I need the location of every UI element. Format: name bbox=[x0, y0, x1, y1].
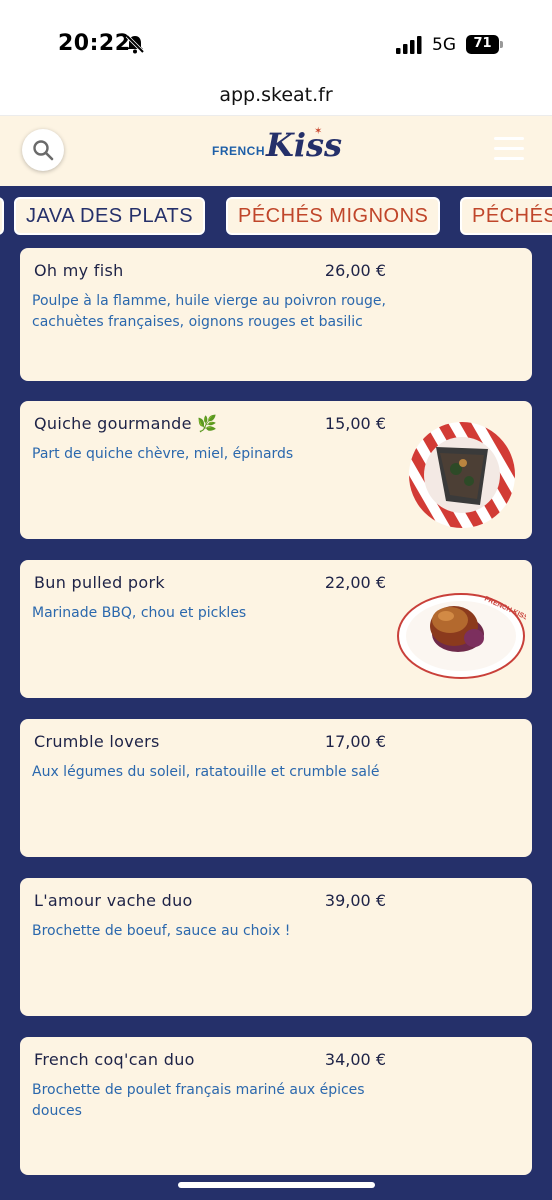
menu-content[interactable]: JAVA DES PLATS PÉCHÉS MIGNONS PÉCHÉS Oh … bbox=[0, 186, 552, 1200]
dish-name: Bun pulled pork bbox=[34, 573, 165, 592]
menu-hamburger-icon[interactable] bbox=[494, 137, 524, 161]
logo-word-french: FRENCH bbox=[212, 144, 265, 158]
category-tabs[interactable]: JAVA DES PLATS PÉCHÉS MIGNONS PÉCHÉS bbox=[0, 186, 552, 246]
dish-price: 39,00 € bbox=[324, 891, 386, 910]
dish-card[interactable]: L'amour vache duo 39,00 € Brochette de b… bbox=[20, 878, 532, 1016]
status-time: 20:22 bbox=[58, 31, 131, 56]
dish-name: Oh my fish bbox=[34, 261, 124, 280]
dish-price: 17,00 € bbox=[324, 732, 386, 751]
category-tab-java-des-plats[interactable]: JAVA DES PLATS bbox=[14, 197, 206, 235]
dish-price: 22,00 € bbox=[324, 573, 386, 592]
battery-level: 71 bbox=[473, 36, 492, 51]
quiche-photo[interactable] bbox=[406, 419, 518, 531]
browser-url-bar[interactable]: app.skeat.fr bbox=[0, 80, 552, 116]
signal-icon bbox=[396, 36, 422, 54]
dish-card[interactable]: Quiche gourmande 🌿 15,00 € Part de quich… bbox=[20, 401, 532, 539]
dish-price: 15,00 € bbox=[324, 414, 386, 433]
category-tab-partial[interactable] bbox=[0, 197, 4, 235]
dish-description: Marinade BBQ, chou et pickles bbox=[32, 605, 247, 621]
category-tab-peches-mignons[interactable]: PÉCHÉS MIGNONS bbox=[226, 197, 441, 235]
home-indicator[interactable] bbox=[178, 1182, 375, 1188]
dish-card[interactable]: Crumble lovers 17,00 € Aux légumes du so… bbox=[20, 719, 532, 857]
dish-name: Crumble lovers bbox=[34, 732, 160, 751]
dish-name: French coq'can duo bbox=[34, 1050, 195, 1069]
dish-card[interactable]: French coq'can duo 34,00 € Brochette de … bbox=[20, 1037, 532, 1175]
site-header: FRENCH Kiss ✶ bbox=[0, 116, 552, 186]
dish-description: Brochette de poulet français mariné aux … bbox=[32, 1082, 365, 1119]
dish-name: L'amour vache duo bbox=[34, 891, 193, 910]
url-text: app.skeat.fr bbox=[219, 84, 333, 106]
dish-description: Poulpe à la flamme, huile vierge au poiv… bbox=[32, 293, 386, 330]
dish-price: 26,00 € bbox=[324, 261, 386, 280]
dish-description: Brochette de boeuf, sauce au choix ! bbox=[32, 923, 291, 939]
network-type: 5G bbox=[432, 35, 456, 55]
dish-name: Quiche gourmande 🌿 bbox=[34, 414, 218, 433]
french-kiss-logo[interactable]: FRENCH Kiss ✶ bbox=[210, 124, 342, 176]
search-button[interactable] bbox=[22, 129, 64, 171]
logo-word-kiss: Kiss bbox=[266, 126, 342, 164]
dish-price: 34,00 € bbox=[324, 1050, 386, 1069]
burger-photo[interactable]: FRENCH KISS bbox=[396, 586, 526, 682]
sparkle-icon: ✶ bbox=[314, 126, 323, 137]
dish-card[interactable]: Oh my fish 26,00 € Poulpe à la flamme, h… bbox=[20, 248, 532, 381]
dish-description: Aux légumes du soleil, ratatouille et cr… bbox=[32, 764, 380, 780]
battery-icon: 71 bbox=[466, 35, 503, 54]
dish-card[interactable]: Bun pulled pork 22,00 € Marinade BBQ, ch… bbox=[20, 560, 532, 698]
status-bar: 20:22 5G 71 bbox=[0, 0, 552, 80]
category-tab-peches[interactable]: PÉCHÉS bbox=[460, 197, 552, 235]
dish-description: Part de quiche chèvre, miel, épinards bbox=[32, 446, 294, 462]
muted-bell-icon bbox=[125, 34, 145, 54]
search-icon bbox=[33, 140, 54, 161]
